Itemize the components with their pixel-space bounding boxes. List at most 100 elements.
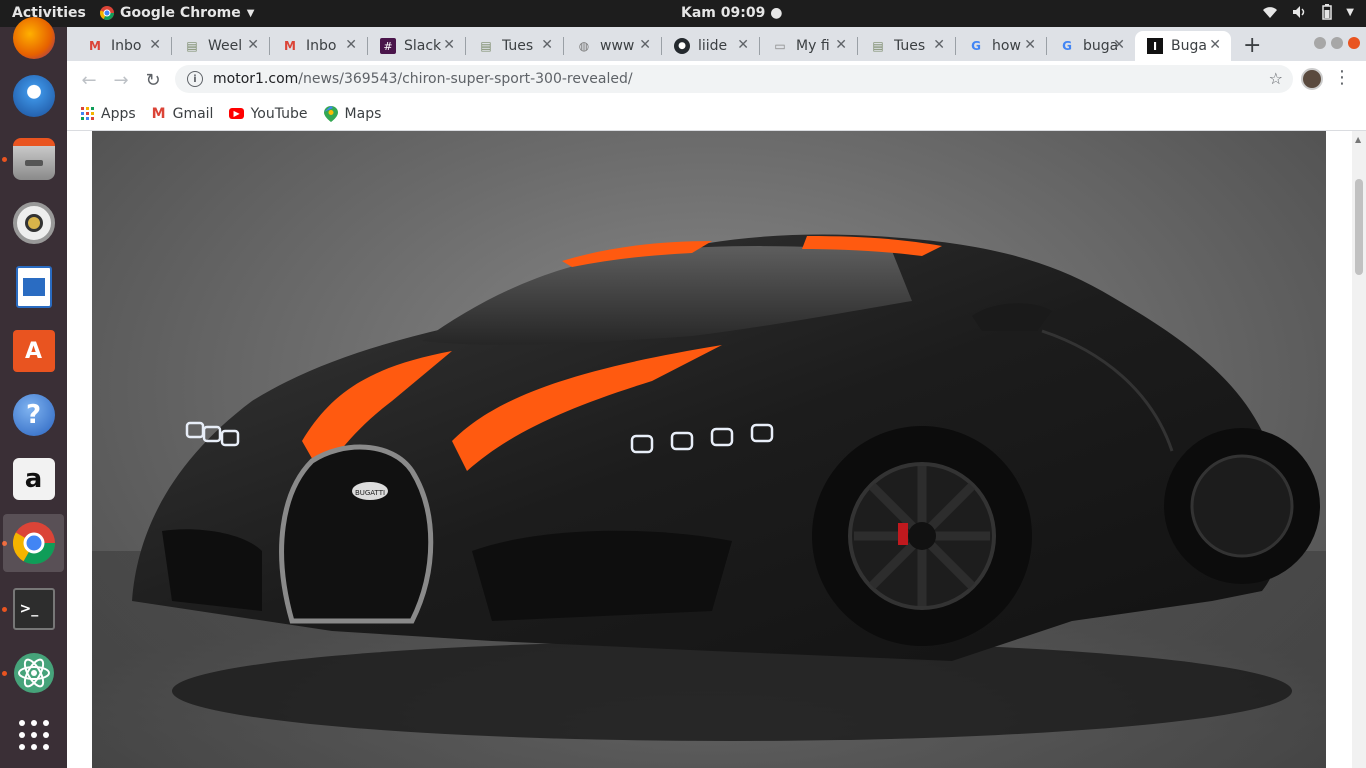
bookmark-youtube[interactable]: ▶ YouTube (229, 106, 308, 122)
tab-4[interactable]: ▤ Tues ✕ (466, 31, 563, 61)
reload-button[interactable]: ↻ (141, 68, 165, 92)
apps-grid-icon (81, 107, 94, 120)
tab-label: www (600, 38, 635, 54)
dock-rhythmbox[interactable] (3, 194, 64, 252)
dock-thunderbird[interactable] (3, 67, 64, 125)
chrome-icon (12, 522, 55, 564)
google-icon: G (971, 39, 981, 53)
forward-button[interactable]: → (109, 68, 133, 92)
profile-avatar[interactable] (1301, 68, 1323, 90)
gnome-top-bar: Activities Google Chrome ▼ Kam 09:09 ● ▼ (0, 0, 1366, 27)
close-icon[interactable]: ✕ (933, 37, 945, 53)
tab-strip: M Inbo ✕ ▤ Weel ✕ M Inbo ✕ # Slack ✕ ▤ T… (67, 27, 1366, 61)
gmail-icon: M (284, 39, 296, 53)
tab-9[interactable]: G how ✕ (956, 31, 1046, 61)
bookmark-star-icon[interactable]: ☆ (1269, 69, 1283, 88)
window-controls (1314, 37, 1360, 49)
article-hero-image[interactable]: BUGATTI (92, 131, 1326, 768)
page-viewport[interactable]: BUGATTI ▲ (67, 131, 1366, 768)
tab-2[interactable]: M Inbo ✕ (270, 31, 367, 61)
tab-1[interactable]: ▤ Weel ✕ (172, 31, 269, 61)
dock-atom[interactable] (3, 644, 64, 702)
tab-label: liide (698, 38, 728, 54)
maps-icon (323, 105, 338, 122)
close-icon[interactable]: ✕ (835, 37, 847, 53)
close-icon[interactable]: ✕ (1209, 37, 1221, 53)
bugatti-badge: BUGATTI (355, 489, 385, 497)
scroll-up-arrow-icon[interactable]: ▲ (1355, 135, 1361, 144)
dock-chrome[interactable] (3, 514, 64, 572)
bookmarks-bar: Apps M Gmail ▶ YouTube Maps (67, 97, 1366, 131)
clock-label: Kam 09:09 (681, 5, 766, 21)
chevron-down-icon: ▼ (246, 7, 255, 19)
motor1-icon: I (1147, 38, 1163, 54)
back-button[interactable]: ← (77, 68, 101, 92)
chrome-menu-icon[interactable]: ⋮ (1333, 67, 1351, 88)
sheet-icon: ▤ (872, 39, 884, 53)
notification-dot-icon: ● (770, 5, 783, 21)
minimize-button[interactable] (1314, 37, 1326, 49)
close-icon[interactable]: ✕ (737, 37, 749, 53)
tab-label: Inbo (306, 38, 337, 54)
bugatti-chiron-car-icon: BUGATTI (92, 234, 1326, 768)
ubuntu-dock: A ? a >_ (0, 17, 67, 768)
clock[interactable]: Kam 09:09 ● (681, 5, 782, 21)
wifi-icon (1263, 7, 1278, 18)
google-icon: G (1062, 39, 1072, 53)
system-tray[interactable]: ▼ (1262, 4, 1354, 20)
bookmark-maps[interactable]: Maps (323, 105, 382, 122)
bookmark-gmail[interactable]: M Gmail (152, 106, 214, 122)
dock-files[interactable] (3, 130, 64, 188)
amazon-icon: a (12, 458, 55, 500)
site-info-icon[interactable]: i (187, 71, 203, 87)
tab-3[interactable]: # Slack ✕ (368, 31, 465, 61)
volume-icon (1293, 6, 1305, 18)
tab-7[interactable]: ▭ My fi ✕ (760, 31, 857, 61)
bookmark-label: Maps (344, 105, 382, 122)
tab-label: Tues (894, 38, 926, 54)
help-icon: ? (12, 394, 55, 436)
browser-toolbar: ← → ↻ i motor1.com/news/369543/chiron-su… (67, 61, 1366, 97)
gmail-icon: M (151, 105, 166, 122)
tab-label: Weel (208, 38, 243, 54)
tab-10[interactable]: G buga ✕ (1047, 31, 1135, 61)
firefox-icon (12, 17, 55, 59)
app-menu[interactable]: Google Chrome ▼ (100, 5, 254, 21)
close-icon[interactable]: ✕ (149, 37, 161, 53)
doc-icon: ▭ (774, 39, 786, 53)
bookmark-label: Apps (101, 105, 136, 122)
close-window-button[interactable] (1348, 37, 1360, 49)
bookmark-apps[interactable]: Apps (81, 106, 136, 122)
close-icon[interactable]: ✕ (345, 37, 357, 53)
dock-software-center[interactable]: A (3, 322, 64, 380)
close-icon[interactable]: ✕ (443, 37, 455, 53)
tab-11-active[interactable]: I Buga ✕ (1135, 31, 1231, 61)
url-host: motor1.com (213, 71, 299, 87)
close-icon[interactable]: ✕ (639, 37, 651, 53)
globe-icon: ◍ (578, 39, 590, 53)
maximize-button[interactable] (1331, 37, 1343, 49)
dock-show-applications[interactable] (3, 706, 64, 764)
dock-help[interactable]: ? (3, 386, 64, 444)
tab-6[interactable]: ● liide ✕ (662, 31, 759, 61)
dock-terminal[interactable]: >_ (3, 580, 64, 638)
tab-0[interactable]: M Inbo ✕ (75, 31, 171, 61)
dock-amazon[interactable]: a (3, 450, 64, 508)
arrow-left-icon: ← (81, 69, 97, 91)
terminal-icon: >_ (12, 588, 55, 630)
dock-libreoffice-writer[interactable] (3, 258, 64, 316)
address-bar[interactable]: i motor1.com/news/369543/chiron-super-sp… (175, 65, 1293, 93)
tab-5[interactable]: ◍ www ✕ (564, 31, 661, 61)
tab-8[interactable]: ▤ Tues ✕ (858, 31, 955, 61)
scrollbar-thumb[interactable] (1355, 179, 1363, 275)
dock-firefox[interactable] (3, 9, 64, 67)
sheet-icon: ▤ (480, 39, 492, 53)
vertical-scrollbar[interactable]: ▲ (1352, 131, 1366, 768)
close-icon[interactable]: ✕ (247, 37, 259, 53)
bookmark-label: Gmail (172, 105, 214, 122)
rhythmbox-icon (12, 202, 55, 244)
close-icon[interactable]: ✕ (1024, 37, 1036, 53)
close-icon[interactable]: ✕ (541, 37, 553, 53)
new-tab-button[interactable]: + (1243, 33, 1261, 58)
close-icon[interactable]: ✕ (1113, 37, 1125, 53)
